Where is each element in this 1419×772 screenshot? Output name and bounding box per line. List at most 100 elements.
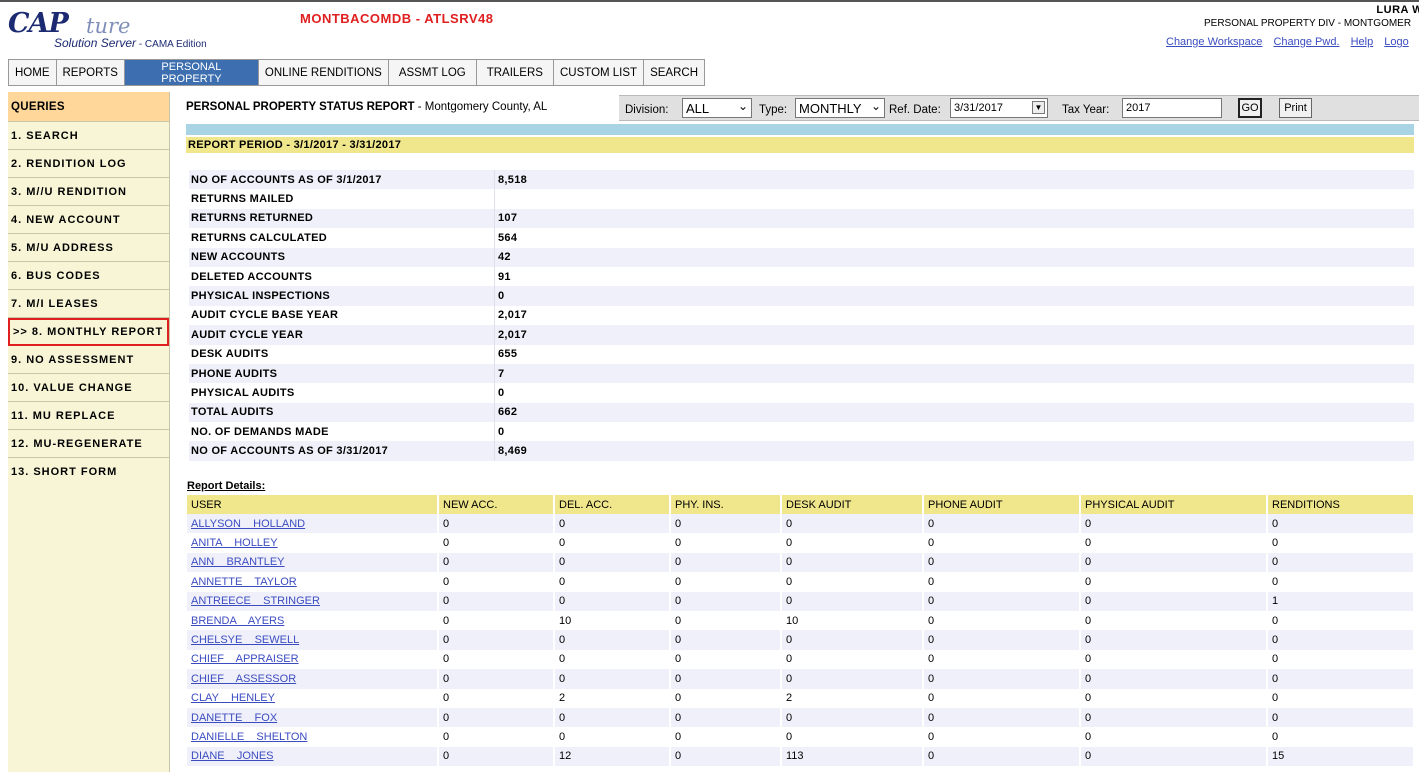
tab-online-renditions[interactable]: ONLINE RENDITIONS	[258, 60, 389, 86]
table-cell: 0	[923, 746, 1081, 767]
logo-edition: - CAMA Edition	[136, 39, 207, 50]
user-link[interactable]: CHIEF APPRAISER	[191, 653, 299, 665]
user-link[interactable]: ANNETTE TAYLOR	[191, 576, 297, 588]
logo-script: ture	[86, 14, 131, 38]
tab-personal-property-line2: PROPERTY	[161, 72, 222, 85]
table-cell: 0	[923, 610, 1081, 631]
print-button[interactable]: Print	[1279, 98, 1312, 118]
table-cell: 0	[923, 727, 1081, 747]
table-cell: 0	[1080, 707, 1268, 728]
user-division: PERSONAL PROPERTY DIV - MONTGOMER	[1204, 18, 1412, 29]
sidebar-item-mi-leases[interactable]: 7. M/I LEASES	[8, 290, 169, 318]
user-link[interactable]: ALLYSON HOLLAND	[191, 518, 305, 530]
user-link[interactable]: DANIELLE SHELTON	[191, 731, 307, 743]
sidebar-item-mu-address[interactable]: 5. M/U ADDRESS	[8, 234, 169, 262]
report-details-label: Report Details:	[187, 480, 266, 492]
tab-reports[interactable]: REPORTS	[56, 60, 125, 86]
sidebar-item-mu-rendition[interactable]: 3. M//U RENDITION	[8, 178, 169, 206]
tab-assmt-log[interactable]: ASSMT LOG	[388, 60, 477, 86]
table-cell: 0	[670, 610, 782, 631]
table-cell: 0	[781, 649, 924, 670]
table-row: ALLYSON HOLLAND 0 0 0 0 0 0 0	[187, 514, 1415, 534]
user-link[interactable]: CLAY HENLEY	[191, 692, 275, 704]
summary-row: DELETED ACCOUNTS 91	[189, 266, 1414, 287]
go-button[interactable]: GO	[1238, 98, 1262, 118]
user-cell: CHIEF APPRAISER	[187, 649, 439, 670]
tax-year-input[interactable]: 2017	[1122, 98, 1222, 118]
table-cell: 0	[1080, 669, 1268, 689]
column-header: PHONE AUDIT	[923, 495, 1081, 514]
table-cell: 0	[923, 572, 1081, 592]
table-cell: 0	[438, 552, 555, 573]
table-cell: 0	[554, 591, 671, 611]
user-link[interactable]: ANITA HOLLEY	[191, 537, 278, 549]
table-cell: 0	[554, 533, 671, 553]
table-cell: 0	[554, 514, 671, 534]
user-link[interactable]: CHIEF ASSESSOR	[191, 673, 296, 685]
user-link[interactable]: ANN BRANTLEY	[191, 556, 285, 568]
help-link[interactable]: Help	[1351, 36, 1374, 48]
sidebar-item-search[interactable]: 1. SEARCH	[8, 122, 169, 150]
tab-custom-list[interactable]: CUSTOM LIST	[553, 60, 645, 86]
sidebar-item-bus-codes[interactable]: 6. BUS CODES	[8, 262, 169, 290]
sidebar-item-short-form[interactable]: 13. SHORT FORM	[8, 458, 169, 486]
logo-subtitle: Solution Server - CAMA Edition	[54, 36, 207, 50]
table-cell: 0	[923, 533, 1081, 553]
sidebar-item-mu-regenerate[interactable]: 12. MU-REGENERATE	[8, 430, 169, 458]
table-cell: 0	[1267, 533, 1415, 553]
table-cell: 0	[923, 514, 1081, 534]
table-cell: 0	[438, 746, 555, 767]
tab-trailers[interactable]: TRAILERS	[476, 60, 554, 86]
table-cell: 0	[438, 610, 555, 631]
table-cell: 0	[554, 649, 671, 670]
user-link[interactable]: CHELSYE SEWELL	[191, 634, 299, 646]
sidebar-heading: QUERIES	[8, 92, 169, 122]
column-header: PHY. INS.	[670, 495, 782, 514]
type-select[interactable]: MONTHLY ⌄	[795, 98, 885, 118]
table-cell: 0	[670, 649, 782, 670]
table-cell: 2	[554, 688, 671, 708]
table-cell: 0	[1267, 572, 1415, 592]
table-cell: 0	[1080, 649, 1268, 670]
summary-value: 564	[494, 228, 1414, 248]
sidebar-item-value-change[interactable]: 10. VALUE CHANGE	[8, 374, 169, 402]
summary-row: NEW ACCOUNTS 42	[189, 247, 1414, 267]
tab-home[interactable]: HOME	[8, 60, 57, 86]
summary-label: DELETED ACCOUNTS	[191, 270, 313, 283]
change-password-link[interactable]: Change Pwd.	[1273, 36, 1339, 48]
user-cell: ANITA HOLLEY	[187, 533, 439, 553]
table-cell: 0	[781, 533, 924, 553]
ref-date-label: Ref. Date:	[889, 104, 941, 116]
user-link[interactable]: DANETTE FOX	[191, 712, 277, 724]
type-label: Type:	[759, 104, 788, 116]
sidebar-item-mu-replace[interactable]: 11. MU REPLACE	[8, 402, 169, 430]
table-cell: 0	[438, 572, 555, 592]
sidebar-item-rendition-log[interactable]: 2. RENDITION LOG	[8, 150, 169, 178]
sidebar-item-monthly-report[interactable]: >> 8. MONTHLY REPORT	[8, 318, 169, 346]
queries-sidebar: QUERIES 1. SEARCH 2. RENDITION LOG 3. M/…	[8, 92, 170, 772]
tab-search[interactable]: SEARCH	[644, 60, 706, 86]
user-link[interactable]: BRENDA AYERS	[191, 615, 284, 627]
division-value: ALL	[686, 100, 710, 116]
tab-personal-property[interactable]: PERSONAL PROPERTY	[124, 60, 259, 86]
table-cell: 0	[1080, 727, 1268, 747]
type-value: MONTHLY	[799, 100, 862, 116]
table-cell: 0	[1267, 688, 1415, 708]
table-cell: 12	[554, 746, 671, 767]
logout-link[interactable]: Logo	[1384, 36, 1408, 48]
table-cell: 0	[554, 552, 671, 573]
user-link[interactable]: ANTREECE STRINGER	[191, 595, 320, 607]
division-select[interactable]: ALL ⌄	[682, 98, 752, 118]
change-workspace-link[interactable]: Change Workspace	[1166, 36, 1262, 48]
calendar-dropdown-icon[interactable]: ▼	[1032, 101, 1045, 114]
table-row: DANETTE FOX 0 0 0 0 0 0 0	[187, 707, 1415, 728]
report-title-text: PERSONAL PROPERTY STATUS REPORT	[186, 101, 415, 113]
table-cell: 0	[1080, 610, 1268, 631]
sidebar-item-no-assessment[interactable]: 9. NO ASSESSMENT	[8, 346, 169, 374]
ref-date-picker[interactable]: 3/31/2017 ▼	[950, 98, 1048, 118]
table-cell: 0	[670, 746, 782, 767]
table-row: BRENDA AYERS 0 10 0 10 0 0 0	[187, 610, 1415, 631]
user-link[interactable]: DIANE JONES	[191, 750, 274, 762]
summary-label: RETURNS CALCULATED	[191, 231, 327, 244]
sidebar-item-new-account[interactable]: 4. NEW ACCOUNT	[8, 206, 169, 234]
